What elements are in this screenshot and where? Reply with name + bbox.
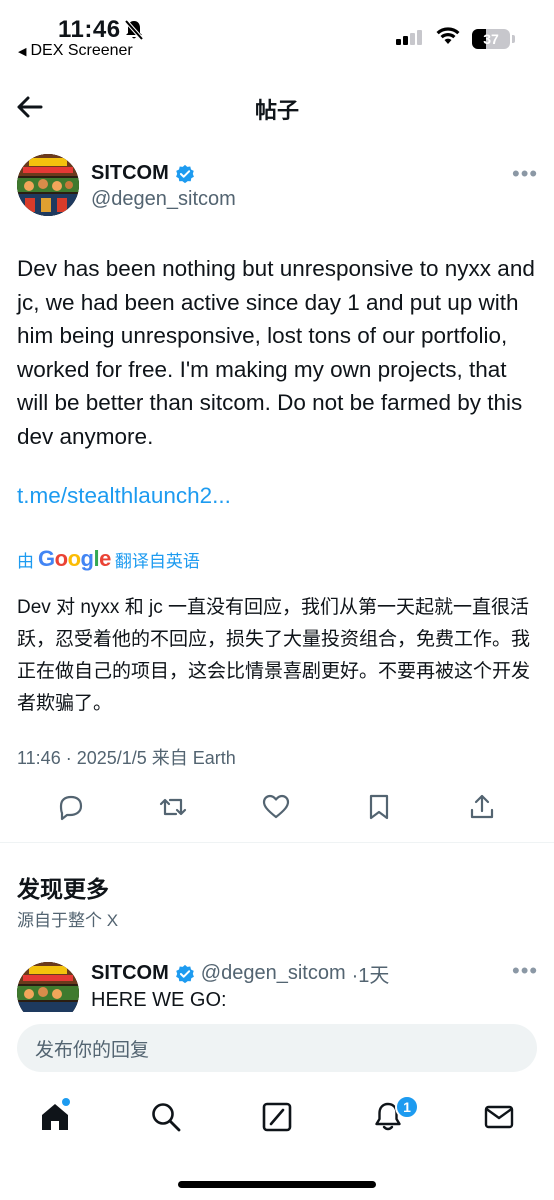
home-indicator	[178, 1181, 376, 1188]
messages-icon[interactable]	[482, 1100, 516, 1134]
post-link[interactable]: t.me/stealthlaunch2...	[17, 483, 231, 509]
verified-badge-icon	[175, 964, 194, 983]
post-timestamp: 11:46 · 2025/1/5 来自 Earth	[17, 748, 236, 768]
wifi-icon	[436, 27, 460, 44]
avatar[interactable]	[17, 154, 79, 216]
bookmark-icon[interactable]	[364, 792, 394, 822]
more-options-icon[interactable]: •••	[512, 161, 538, 187]
post-age: ·1天	[351, 965, 390, 987]
signal-icon	[396, 30, 422, 45]
translation-text: Dev 对 nyxx 和 jc 一直没有回应，我们从第一天起就一直很活跃，忍受着…	[17, 597, 531, 714]
more-options-icon[interactable]: •••	[512, 958, 538, 984]
second-post-text: HERE WE GO:	[91, 989, 227, 1011]
search-icon[interactable]	[149, 1100, 183, 1134]
author-name-text: SITCOM	[91, 162, 169, 184]
post-text: Dev has been nothing but unresponsive to…	[17, 256, 535, 449]
back-app-label: DEX Screener	[30, 42, 133, 59]
page-title: 帖子	[254, 98, 299, 123]
divider	[0, 842, 554, 843]
translated-by-google[interactable]: 由 Google 翻译自英语	[17, 546, 200, 572]
grok-icon[interactable]	[260, 1100, 294, 1134]
author-name-text: SITCOM	[91, 962, 169, 984]
reply-icon[interactable]	[56, 792, 86, 822]
discover-subtitle: 源自于整个 X	[17, 911, 119, 930]
translation-prefix: 由	[17, 551, 34, 571]
notification-badge: 1	[395, 1095, 419, 1119]
repost-icon[interactable]	[158, 792, 188, 822]
battery-level: 37	[483, 31, 499, 47]
reply-input[interactable]: 发布你的回复	[17, 1024, 537, 1072]
home-unread-dot	[62, 1098, 70, 1106]
author-handle[interactable]: @degen_sitcom	[91, 188, 236, 211]
battery-icon: 37	[472, 29, 510, 49]
battery-cap	[512, 35, 515, 43]
author-handle: @degen_sitcom	[200, 962, 346, 984]
google-logo: Google	[38, 546, 111, 571]
bell-slash-icon	[124, 19, 144, 41]
translation-suffix: 翻译自英语	[114, 551, 200, 571]
post-actions	[0, 790, 554, 824]
back-to-app-button[interactable]: ◀ DEX Screener	[18, 42, 133, 60]
share-icon[interactable]	[467, 792, 497, 822]
verified-badge-icon	[175, 164, 194, 183]
second-post-header[interactable]: SITCOM @degen_sitcom ·1天	[91, 959, 389, 988]
author-name[interactable]: SITCOM	[91, 162, 195, 185]
status-bar: 11:46 ◀ DEX Screener 37	[0, 0, 554, 70]
discover-title: 发现更多	[17, 876, 109, 902]
like-icon[interactable]	[261, 792, 291, 822]
status-time: 11:46	[58, 16, 121, 43]
back-triangle-icon: ◀	[18, 45, 27, 58]
